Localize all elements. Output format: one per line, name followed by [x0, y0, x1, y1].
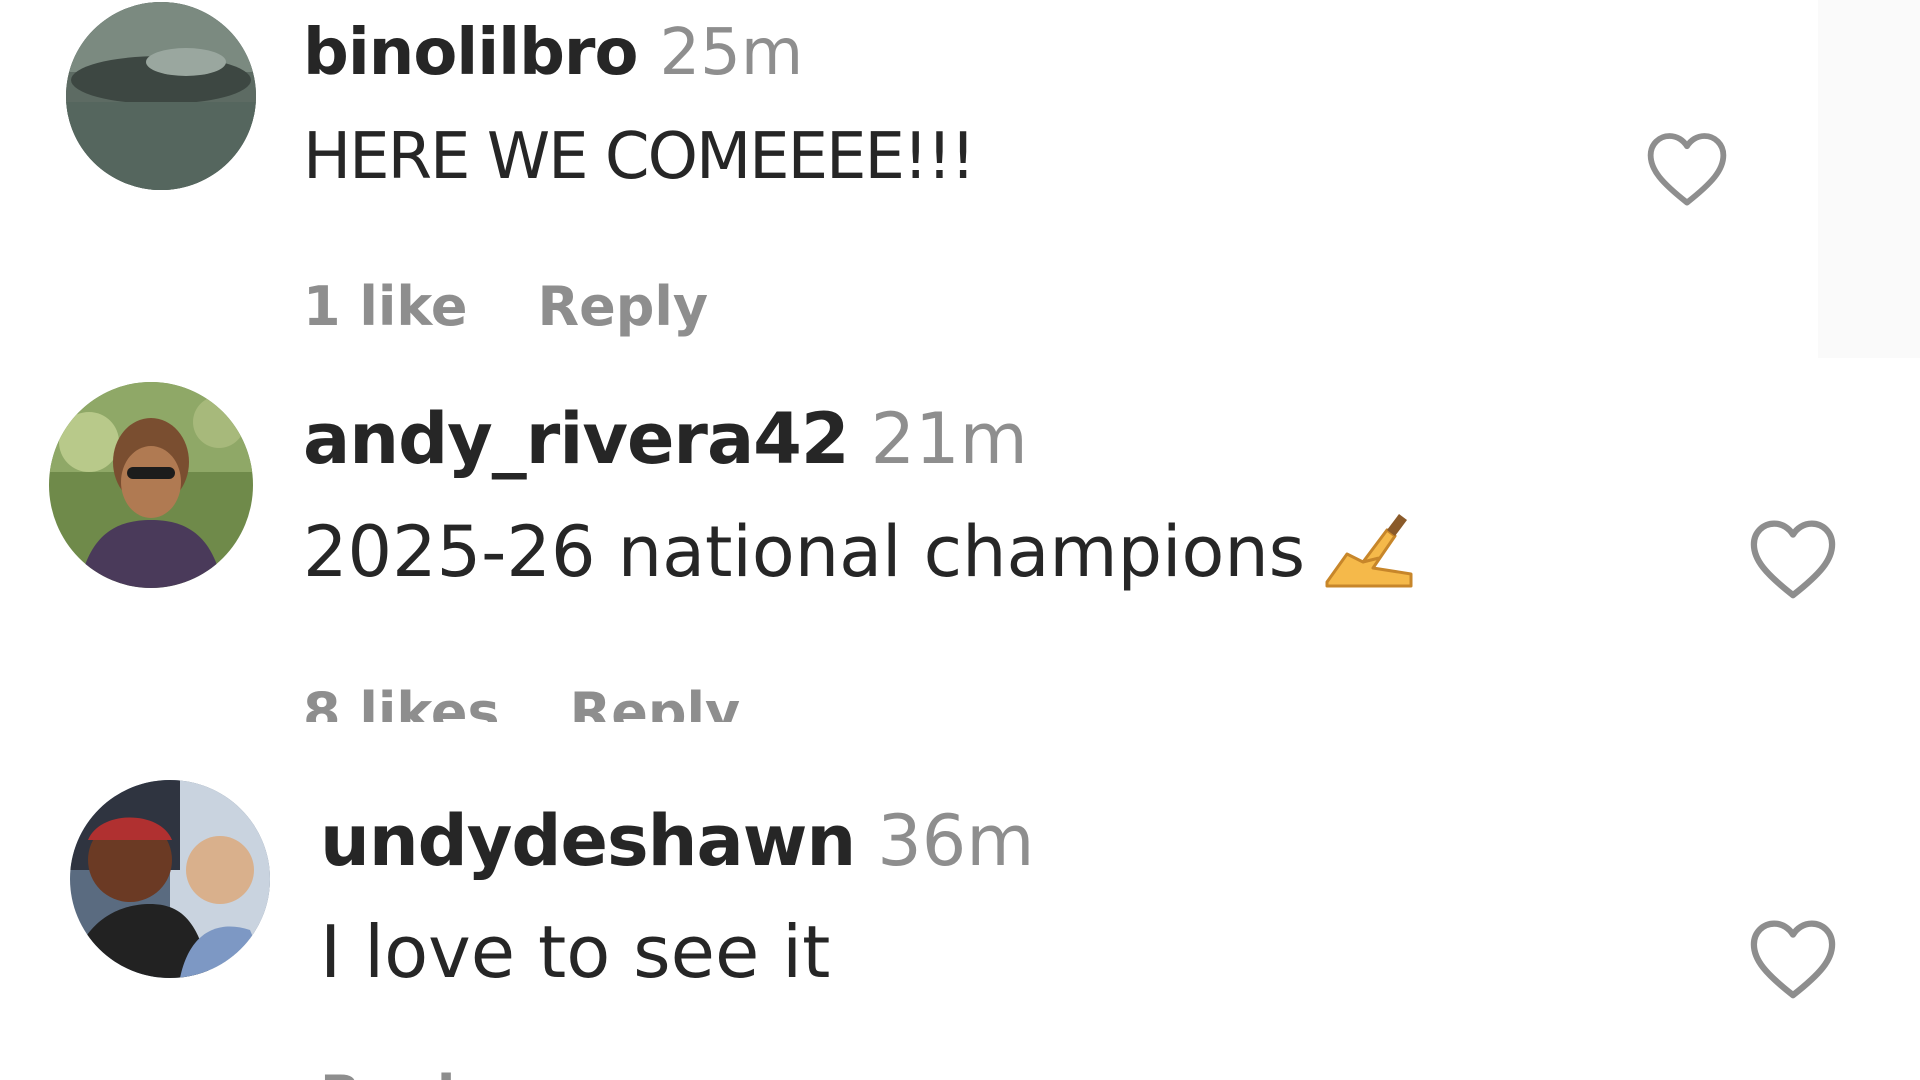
comment-username[interactable]: andy_rivera42 21m — [303, 398, 1028, 480]
comment-text: 2025-26 national champions — [303, 510, 1419, 607]
avatar-image — [66, 2, 256, 190]
comment-item: binolilbro 25m HERE WE COMEEEE!!! 1 like R… — [0, 0, 1920, 360]
likes-count[interactable]: 1 like — [303, 275, 467, 338]
avatar-image — [49, 382, 253, 588]
avatar[interactable] — [49, 382, 253, 588]
comment-meta: 1 like Reply — [303, 275, 778, 338]
writing-hand-emoji-icon — [1319, 510, 1419, 607]
comment-item: undydeshawn 36m I love to see it Reply — [0, 720, 1920, 1080]
comment-text: I love to see it — [320, 910, 831, 994]
like-heart-icon[interactable] — [1745, 915, 1841, 1005]
likes-count[interactable]: 8 likes — [303, 685, 500, 722]
comment-time: 25m — [659, 16, 804, 90]
username-text[interactable]: undydeshawn — [320, 800, 856, 882]
comment-meta: 8 likes Reply — [303, 685, 810, 722]
avatar-image — [70, 780, 270, 978]
comment-item: andy_rivera42 21m 2025-26 national champi… — [0, 360, 1920, 722]
username-text[interactable]: binolilbro — [303, 16, 638, 90]
comment-text-body: 2025-26 national champions — [303, 511, 1306, 593]
comment-username[interactable]: binolilbro 25m — [303, 16, 803, 90]
comment-text: HERE WE COMEEEE!!! — [303, 120, 976, 194]
comment-time: 21m — [870, 398, 1028, 480]
comment-username[interactable]: undydeshawn 36m — [320, 800, 1035, 882]
comment-meta: Reply — [320, 1072, 561, 1080]
like-heart-icon[interactable] — [1642, 128, 1732, 212]
comment-meta-clip: Reply — [318, 1072, 718, 1080]
reply-button[interactable]: Reply — [570, 685, 741, 722]
comment-meta-clip: 8 likes Reply — [300, 685, 900, 722]
reply-button[interactable]: Reply — [320, 1072, 491, 1080]
username-text[interactable]: andy_rivera42 — [303, 398, 850, 480]
avatar[interactable] — [66, 2, 256, 190]
avatar[interactable] — [70, 780, 270, 978]
comment-time: 36m — [877, 800, 1035, 882]
like-heart-icon[interactable] — [1745, 515, 1841, 605]
reply-button[interactable]: Reply — [537, 275, 708, 338]
